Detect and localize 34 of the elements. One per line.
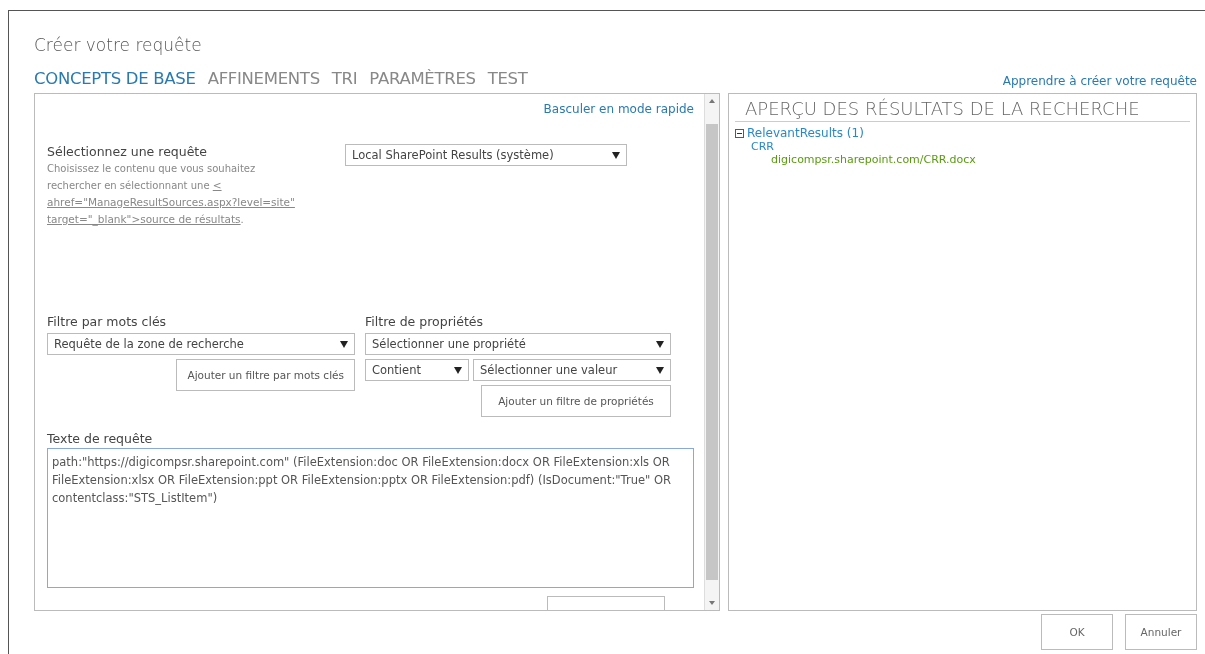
tab[interactable]: PARAMÈTRES	[369, 69, 476, 88]
caret-icon	[454, 366, 462, 374]
caret-icon	[340, 340, 348, 348]
field-label: Sélectionnez une requête	[47, 144, 208, 159]
caret-icon	[656, 340, 664, 348]
caret-icon	[612, 151, 620, 159]
help-link[interactable]: Apprendre à créer votre requête	[1002, 74, 1197, 88]
keyword-dropdown[interactable]: Requête de la zone de recherche	[47, 333, 355, 355]
tab[interactable]: TEST	[487, 69, 528, 88]
result-url[interactable]: digicompsr.sharepoint.com/CRR.docx	[771, 153, 1190, 166]
tab[interactable]: AFFINEMENTS	[207, 69, 320, 88]
field-label: Texte de requête	[47, 431, 154, 446]
add-keyword-filter-button[interactable]: Ajouter un filtre par mots clés	[176, 359, 355, 391]
quick-mode-link[interactable]: Basculer en mode rapide	[543, 102, 694, 116]
field-label: Filtre de propriétés	[365, 314, 485, 329]
dialog-button[interactable]: OK	[1041, 614, 1113, 650]
dialog-title: Créer votre requête	[34, 34, 202, 55]
query-dropdown[interactable]: Local SharePoint Results (système)	[345, 144, 627, 166]
field-label: Filtre par mots clés	[47, 314, 168, 329]
caret-icon	[656, 366, 664, 374]
scrollbar[interactable]	[704, 94, 719, 610]
collapse-icon[interactable]	[735, 128, 744, 138]
value-dropdown[interactable]: Sélectionner une valeur	[473, 359, 671, 381]
property-dropdown[interactable]: Sélectionner une propriété	[365, 333, 671, 355]
operator-dropdown[interactable]: Contient	[365, 359, 469, 381]
tab[interactable]: TRI	[331, 69, 358, 88]
add-property-filter-button[interactable]: Ajouter un filtre de propriétés	[481, 385, 671, 417]
result-group[interactable]: RelevantResults (1)	[747, 126, 864, 140]
tab[interactable]: CONCEPTS DE BASE	[34, 69, 196, 88]
dialog-button[interactable]: Annuler	[1125, 614, 1197, 650]
result-title[interactable]: CRR	[751, 140, 1190, 153]
description-text: Choisissez le contenu que vous souhaitez rechercher en sélectionnant une < ahref="ManageResultSources.aspx?level=site" target="_blank">source de résultats.	[47, 162, 296, 228]
query-text-field[interactable]: path:"https://digicompsr.sharepoint.com" (FileExtension:doc OR FileExtension:docx OR FileExtension:xls OR FileExtension:xlsx OR FileExtension:ppt OR FileExtension:pptx OR FileExtension:pdf) (IsDocument:"True" OR contentclass:"STS_ListItem")	[47, 448, 694, 588]
preview-title: APERÇU DES RÉSULTATS DE LA RECHERCHE	[735, 94, 1190, 122]
